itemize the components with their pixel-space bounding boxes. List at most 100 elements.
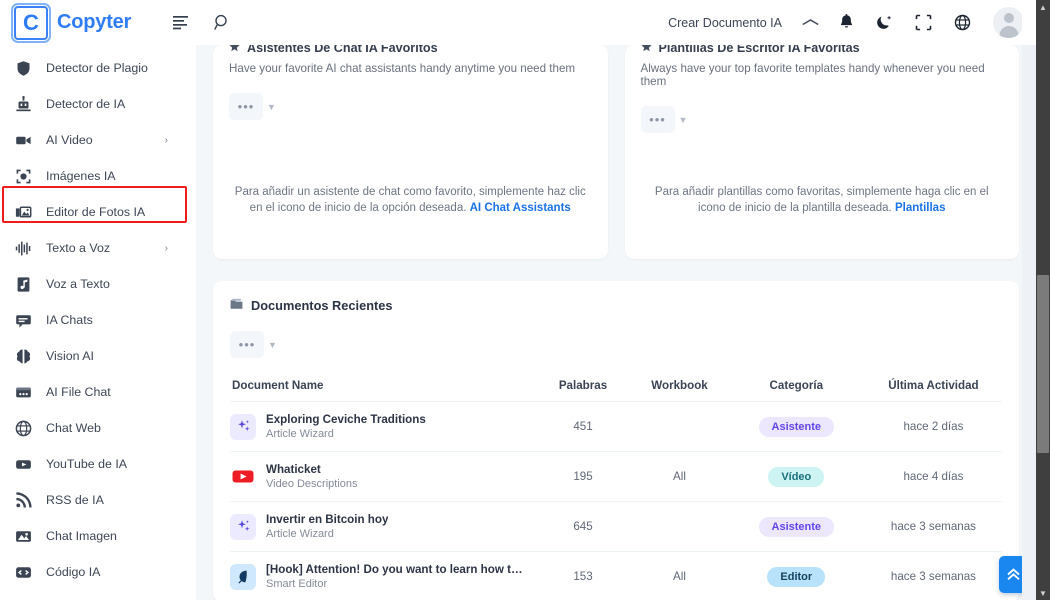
sidebar-item-detector-de-plagio[interactable]: Detector de Plagio [0, 50, 196, 86]
table-row[interactable]: Whaticket Video Descriptions 195 All Vídeo ha… [230, 451, 1002, 502]
column-header-document-name[interactable]: Document Name [230, 372, 535, 402]
card-footer-link[interactable]: AI Chat Assistants [470, 202, 571, 214]
sidebar-item-ai-file-chat[interactable]: AI File Chat [0, 374, 196, 410]
document-title: Whaticket [266, 463, 321, 476]
cell-category: Vídeo [727, 451, 865, 502]
menu-icon[interactable] [173, 15, 190, 30]
compress-icon[interactable] [915, 14, 932, 31]
code-icon [14, 563, 32, 581]
cell-words: 451 [534, 401, 632, 452]
card-title-text: Plantillas De Escritor IA Favoritas [658, 45, 860, 53]
recent-documents-table: Document Name Palabras Workbook Categorí… [230, 372, 1002, 600]
card-options-button[interactable]: ••• ▼ [229, 93, 276, 120]
robot-icon [14, 95, 32, 113]
sidebar-item-editor-de-fotos-ia[interactable]: Editor de Fotos IA [0, 194, 196, 230]
header-actions: Crear Documento IA [668, 0, 1024, 45]
table-row[interactable]: Invertir en Bitcoin hoy Article Wizard 645… [230, 501, 1002, 552]
photo-edit-icon [14, 203, 32, 221]
chevron-down-icon[interactable]: ▼ [268, 340, 277, 350]
sidebar-item-detector-de-ia[interactable]: Detector de IA [0, 86, 196, 122]
sidebar-item-c-digo-ia[interactable]: Código IA [0, 554, 196, 590]
table-row[interactable]: [Hook] Attention! Do you want to learn h… [230, 551, 1002, 600]
window-scrollbar[interactable]: ▲ ▼ [1036, 0, 1050, 600]
brain-icon [14, 347, 32, 365]
cell-workbook: All [631, 551, 728, 600]
column-header-category[interactable]: Categoría [727, 372, 865, 402]
sidebar-item-label: Detector de IA [46, 97, 126, 111]
chevron-right-icon[interactable]: › [165, 135, 168, 146]
chevron-right-icon[interactable]: › [165, 243, 168, 254]
card-footer-link[interactable]: Plantillas [895, 202, 946, 214]
sidebar-item-im-genes-ia[interactable]: Imágenes IA [0, 158, 196, 194]
card-subtitle: Always have your top favorite templates … [640, 62, 985, 88]
sidebar-item-rss-de-ia[interactable]: RSS de IA [0, 482, 196, 518]
card-footer-hint: Para añadir plantillas como favoritas, s… [643, 184, 1002, 217]
sidebar-item-label: Detector de Plagio [46, 61, 148, 75]
cell-category: Asistente [727, 501, 865, 552]
table-row[interactable]: Exploring Ceviche Traditions Article Wiza… [230, 401, 1002, 452]
sparkles-icon [230, 513, 256, 540]
recent-documents-card: Documentos Recientes ••• ▼ Document Name… [213, 281, 1019, 600]
sidebar-item-label: Chat Imagen [46, 529, 117, 543]
avatar[interactable] [993, 7, 1024, 38]
chat-bubble-icon [14, 311, 32, 329]
status-badge: Editor [767, 566, 826, 587]
search-icon[interactable] [214, 14, 231, 31]
card-title-row: Plantillas De Escritor IA Favoritas [640, 45, 1004, 53]
column-header-workbook[interactable]: Workbook [631, 372, 728, 402]
chevron-down-icon[interactable]: ▼ [267, 102, 276, 112]
avatar-body [999, 26, 1018, 38]
cell-document-name[interactable]: Exploring Ceviche Traditions Article Wiza… [230, 401, 535, 452]
ellipsis-icon[interactable]: ••• [230, 331, 264, 358]
chevron-up-icon[interactable] [801, 18, 819, 27]
status-badge: Vídeo [768, 466, 825, 487]
waveform-icon [14, 239, 32, 257]
sidebar-item-ia-chats[interactable]: IA Chats [0, 302, 196, 338]
scrollbar-arrow-down-icon[interactable]: ▼ [1036, 586, 1050, 600]
scrollbar-thumb[interactable] [1037, 275, 1049, 453]
sidebar-item-chat-web[interactable]: Chat Web [0, 410, 196, 446]
cell-workbook [631, 501, 728, 552]
column-header-last-activity[interactable]: Última Actividad [864, 372, 1002, 402]
sidebar-item-youtube-de-ia[interactable]: YouTube de IA [0, 446, 196, 482]
avatar-head [1003, 13, 1014, 23]
scrollbar-arrow-up-icon[interactable]: ▲ [1036, 0, 1050, 14]
sidebar-item-label: AI File Chat [46, 385, 111, 399]
moon-icon[interactable] [876, 14, 893, 31]
star-icon [640, 45, 652, 53]
sparkles-icon [230, 413, 256, 440]
file-chat-icon [14, 383, 32, 401]
globe-icon[interactable] [954, 14, 971, 31]
column-header-words[interactable]: Palabras [534, 372, 632, 402]
document-type: Video Descriptions [266, 478, 358, 490]
sidebar-item-voz-a-texto[interactable]: Voz a Texto [0, 266, 196, 302]
create-document-label[interactable]: Crear Documento IA [668, 16, 782, 30]
cell-document-name[interactable]: Invertir en Bitcoin hoy Article Wizard [230, 501, 535, 552]
sidebar-item-vision-ai[interactable]: Vision AI [0, 338, 196, 374]
cell-document-name[interactable]: Whaticket Video Descriptions [230, 451, 535, 502]
card-options-button[interactable]: ••• ▼ [640, 106, 688, 133]
sidebar-item-ai-video[interactable]: AI Video › [0, 122, 196, 158]
brand-name: Copyter [57, 11, 132, 33]
cell-workbook [631, 401, 728, 452]
bell-icon[interactable] [839, 14, 854, 31]
brand-logo[interactable]: C Copyter [11, 2, 132, 43]
sidebar-item-chat-imagen[interactable]: Chat Imagen [0, 518, 196, 554]
sidebar-item-brand-voice[interactable]: Brand Voice [0, 590, 196, 600]
card-title-text: Asistentes De Chat IA Favoritos [247, 45, 438, 53]
favorites-cards-row: Asistentes De Chat IA Favoritos Have you… [196, 45, 1036, 259]
sidebar: Detector de Plagio Detector de IA AI Video… [0, 45, 196, 600]
sidebar-item-texto-a-voz[interactable]: Texto a Voz › [0, 230, 196, 266]
ellipsis-icon[interactable]: ••• [229, 93, 263, 120]
document-type: Smart Editor [266, 578, 328, 590]
recent-documents-options-button[interactable]: ••• ▼ [230, 331, 277, 358]
globe-icon [14, 419, 32, 437]
status-badge: Asistente [758, 416, 835, 437]
rss-icon [14, 491, 32, 509]
ellipsis-icon[interactable]: ••• [640, 106, 675, 133]
sidebar-item-label: RSS de IA [46, 493, 104, 507]
logo-mark: C [11, 2, 51, 43]
sidebar-item-label: Imágenes IA [46, 169, 116, 183]
chevron-down-icon[interactable]: ▼ [679, 115, 688, 125]
cell-document-name[interactable]: [Hook] Attention! Do you want to learn h… [230, 551, 535, 600]
